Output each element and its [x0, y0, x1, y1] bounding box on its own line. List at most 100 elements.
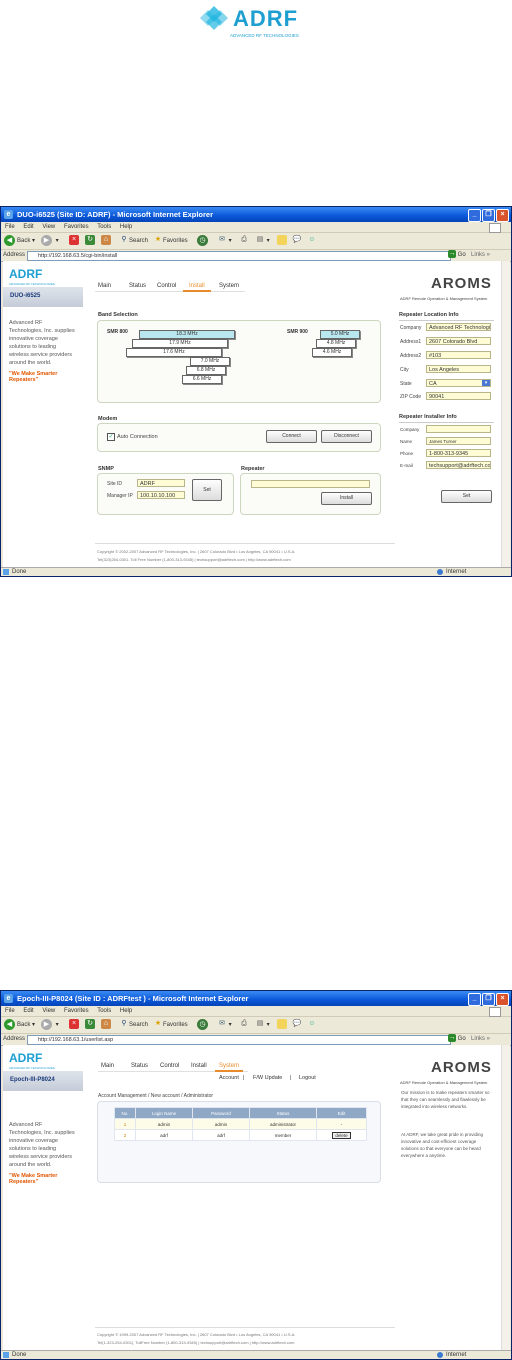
messenger-button[interactable]: ☺	[307, 235, 317, 247]
snmp-set-button[interactable]: Set	[192, 479, 222, 501]
menu-edit[interactable]: Edit	[23, 1008, 33, 1014]
address2-label: Address2	[400, 353, 422, 359]
forward-button[interactable]: ▶ ▾	[41, 235, 59, 247]
menu-help[interactable]: Help	[120, 224, 132, 230]
slogan: "We Make Smarter Repeaters"	[9, 371, 58, 383]
folder-button[interactable]	[277, 1019, 287, 1031]
close-button[interactable]: ×	[496, 993, 509, 1006]
installer-set-button[interactable]: Set	[441, 490, 492, 503]
auto-connection-checkbox[interactable]: ✓	[107, 433, 115, 441]
folder-button[interactable]	[277, 235, 287, 247]
band-4-8[interactable]: 4.8 MHz	[316, 339, 356, 348]
stop-button[interactable]: ×	[69, 1019, 79, 1031]
band-7-0[interactable]: 7.0 MHz	[190, 357, 230, 366]
installer-name-input[interactable]: James Turner	[426, 437, 491, 445]
home-button[interactable]: ⌂	[101, 1019, 111, 1031]
minimize-button[interactable]: _	[468, 209, 481, 222]
stop-button[interactable]: ×	[69, 235, 79, 247]
tab-system[interactable]: System	[219, 1063, 239, 1069]
band-17-9[interactable]: 17.9 MHz	[132, 339, 228, 348]
tab-system[interactable]: System	[219, 283, 239, 289]
discuss-button[interactable]: 💬	[292, 1019, 302, 1031]
tab-control[interactable]: Control	[157, 283, 176, 289]
manager-ip-input[interactable]: 100.10.10.100	[137, 491, 185, 499]
edit-button[interactable]: ▤ ▾	[255, 1019, 270, 1031]
address2-input[interactable]: #103	[426, 351, 491, 359]
installer-phone-input[interactable]: 1-800-313-9345	[426, 449, 491, 457]
refresh-button[interactable]: ↻	[85, 1019, 95, 1031]
mail-icon: ✉	[219, 1020, 225, 1028]
location-company-input[interactable]: Advanced RF Technologies	[426, 323, 491, 331]
favorites-button[interactable]: ★ Favorites	[153, 235, 188, 247]
forward-button[interactable]: ▶ ▾	[41, 1019, 59, 1031]
subnav-account[interactable]: Account	[219, 1075, 239, 1081]
install-button[interactable]: Install	[321, 492, 372, 505]
installer-company-input[interactable]	[426, 425, 491, 433]
band-6-8[interactable]: 6.8 MHz	[186, 366, 226, 375]
snmp-title: SNMP	[98, 466, 114, 472]
scrollbar[interactable]	[501, 1045, 510, 1350]
menu-favorites[interactable]: Favorites	[64, 1008, 89, 1014]
chevron-down-icon[interactable]: ▾	[482, 380, 490, 386]
mail-button[interactable]: ✉ ▾	[217, 235, 232, 247]
history-button[interactable]: ◷	[197, 235, 210, 247]
menu-view[interactable]: View	[42, 224, 55, 230]
tab-status[interactable]: Status	[131, 1063, 148, 1069]
back-button[interactable]: ◀ Back ▾	[4, 235, 35, 247]
links-button[interactable]: Links »	[471, 1034, 490, 1045]
repeater-input[interactable]	[251, 480, 370, 488]
mail-button[interactable]: ✉ ▾	[217, 1019, 232, 1031]
connect-button[interactable]: Connect	[266, 430, 317, 443]
delete-button[interactable]: delete	[332, 1131, 351, 1139]
search-button[interactable]: ⚲ Search	[119, 1019, 148, 1031]
discuss-button[interactable]: 💬	[292, 235, 302, 247]
maximize-button[interactable]: ❐	[482, 993, 495, 1006]
favorites-button[interactable]: ★ Favorites	[153, 1019, 188, 1031]
tab-main[interactable]: Main	[101, 1063, 114, 1069]
search-button[interactable]: ⚲ Search	[119, 235, 148, 247]
city-input[interactable]: Los Angeles	[426, 365, 491, 373]
minimize-button[interactable]: _	[468, 993, 481, 1006]
refresh-button[interactable]: ↻	[85, 235, 95, 247]
zip-input[interactable]: 90041	[426, 392, 491, 400]
menu-tools[interactable]: Tools	[97, 1008, 111, 1014]
url-field[interactable]: http://192.168.63.1/userlist.asp	[27, 1035, 451, 1045]
scrollbar[interactable]	[501, 261, 510, 567]
go-button[interactable]: → Go	[448, 250, 466, 261]
url-field[interactable]: http://192.168.63.5/cgi-bin/install	[27, 251, 451, 261]
band-4-6[interactable]: 4.6 MHz	[312, 348, 352, 357]
subnav-fw-update[interactable]: F/W Update	[253, 1075, 282, 1081]
maximize-button[interactable]: ❐	[482, 209, 495, 222]
edit-button[interactable]: ▤ ▾	[255, 235, 270, 247]
menu-file[interactable]: File	[5, 1008, 15, 1014]
print-button[interactable]: ⎙	[239, 1019, 249, 1031]
site-id-input[interactable]: ADRF	[137, 479, 185, 487]
disconnect-button[interactable]: Disconnect	[321, 430, 372, 443]
tab-install[interactable]: Install	[189, 283, 205, 289]
menu-file[interactable]: File	[5, 224, 15, 230]
home-button[interactable]: ⌂	[101, 235, 111, 247]
subnav-logout[interactable]: Logout	[299, 1075, 316, 1081]
messenger-button[interactable]: ☺	[307, 1019, 317, 1031]
menu-tools[interactable]: Tools	[97, 224, 111, 230]
back-button[interactable]: ◀ Back ▾	[4, 1019, 35, 1031]
menu-favorites[interactable]: Favorites	[64, 224, 89, 230]
links-button[interactable]: Links »	[471, 250, 490, 261]
address1-input[interactable]: 2607 Colorado Blvd	[426, 337, 491, 345]
tab-status[interactable]: Status	[129, 283, 146, 289]
tab-control[interactable]: Control	[160, 1063, 179, 1069]
close-button[interactable]: ×	[496, 209, 509, 222]
band-6-6[interactable]: 6.6 MHz	[182, 375, 222, 384]
band-17-6[interactable]: 17.6 MHz	[126, 348, 222, 357]
installer-email-input[interactable]: techsupport@adrftech.com	[426, 461, 491, 469]
history-button[interactable]: ◷	[197, 1019, 210, 1031]
band-5-0[interactable]: 5.0 MHz	[320, 330, 360, 339]
go-button[interactable]: → Go	[448, 1034, 466, 1045]
menu-view[interactable]: View	[42, 1008, 55, 1014]
tab-main[interactable]: Main	[98, 283, 111, 289]
print-button[interactable]: ⎙	[239, 235, 249, 247]
band-18-3[interactable]: 18.3 MHz	[139, 330, 235, 339]
tab-install[interactable]: Install	[191, 1063, 207, 1069]
menu-help[interactable]: Help	[120, 1008, 132, 1014]
menu-edit[interactable]: Edit	[23, 224, 33, 230]
